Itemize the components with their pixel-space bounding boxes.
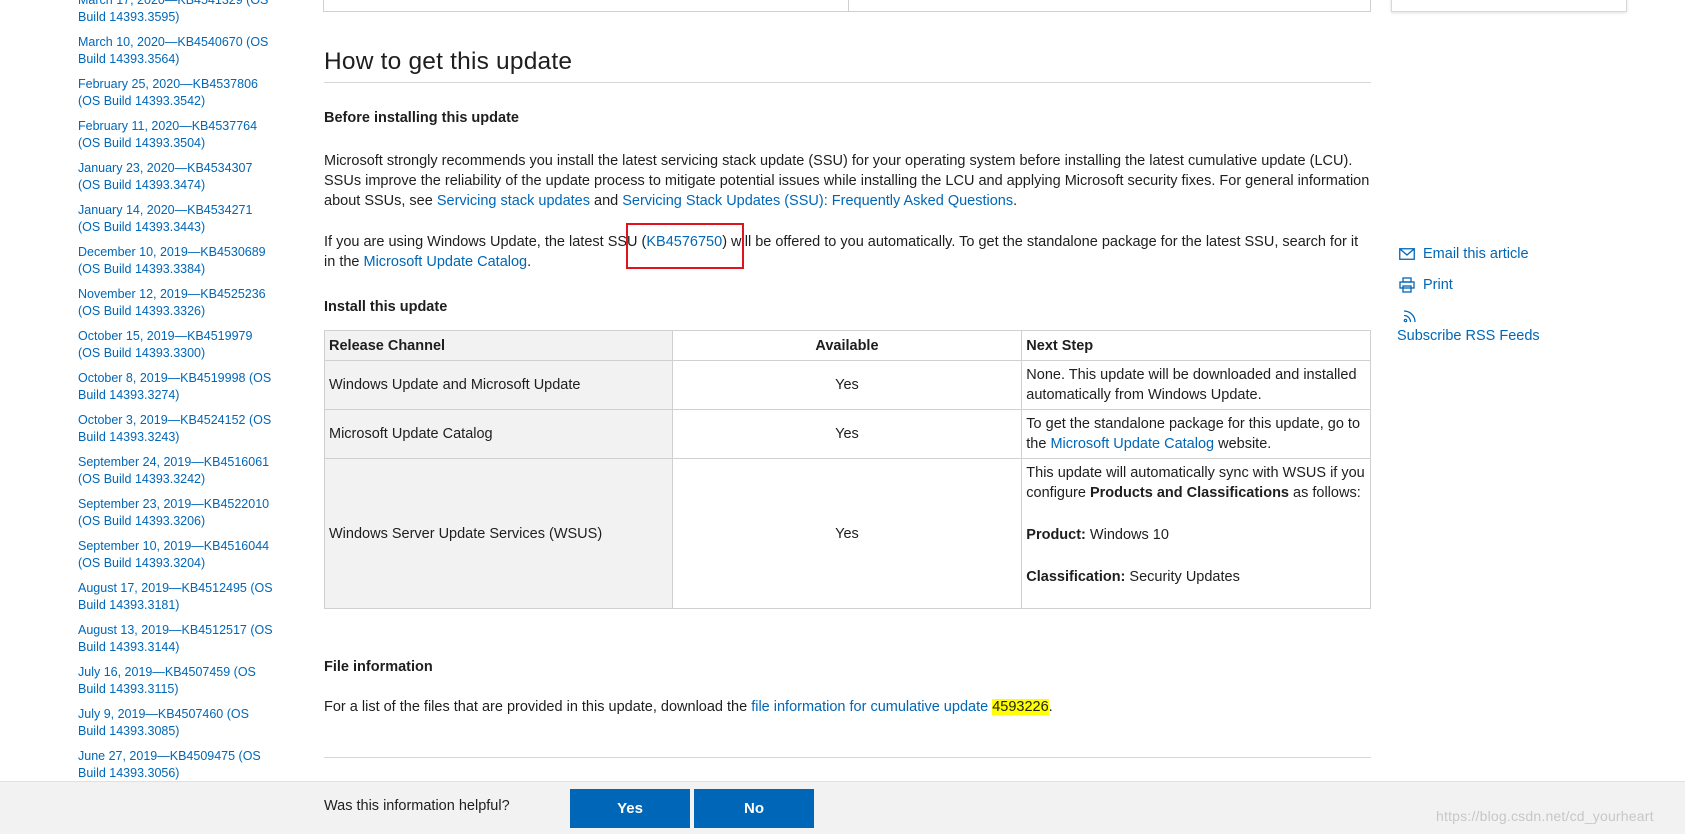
sidebar-item[interactable]: January 23, 2020—KB4534307 (OS Build 143… [78, 160, 278, 194]
email-label: Email this article [1423, 246, 1529, 262]
feedback-bar: Was this information helpful? Yes No htt… [0, 781, 1685, 834]
sidebar-item[interactable]: August 13, 2019—KB4512517 (OS Build 1439… [78, 622, 278, 656]
ssu-paragraph: Microsoft strongly recommends you instal… [324, 151, 1371, 211]
sidebar-item[interactable]: June 27, 2019—KB4509475 (OS Build 14393.… [78, 748, 278, 782]
feedback-question: Was this information helpful? [324, 798, 510, 814]
sidebar-item[interactable]: March 10, 2020—KB4540670 (OS Build 14393… [78, 34, 278, 68]
sidebar-item[interactable]: September 23, 2019—KB4522010 (OS Build 1… [78, 496, 278, 530]
file-information-link[interactable]: file information for cumulative update [751, 699, 988, 715]
product-line: Product: Windows 10 [1026, 525, 1366, 545]
share-links: Email this article Print Subscribe RSS F… [1397, 244, 1567, 357]
sidebar-item[interactable]: October 15, 2019—KB4519979 (OS Build 143… [78, 328, 278, 362]
header-release-channel: Release Channel [324, 330, 673, 361]
install-update-heading: Install this update [324, 299, 448, 315]
paragraph-text: For a list of the files that are provide… [324, 699, 752, 715]
envelope-icon [1397, 244, 1417, 264]
next-step-cell: None. This update will be downloaded and… [1021, 360, 1371, 410]
ssu-faq-link[interactable]: Servicing Stack Updates (SSU): Frequentl… [622, 193, 1013, 209]
microsoft-update-catalog-table-link[interactable]: Microsoft Update Catalog [1050, 436, 1214, 452]
sidebar-item[interactable]: January 14, 2020—KB4534271 (OS Build 143… [78, 202, 278, 236]
yes-button[interactable]: Yes [570, 789, 690, 828]
no-button[interactable]: No [694, 789, 814, 828]
section-title: How to get this update [324, 48, 1371, 83]
right-panel-fragment [1391, 0, 1627, 12]
products-classifications-text: Products and Classifications [1089, 485, 1289, 501]
printer-icon [1397, 275, 1417, 295]
table-row: Windows Update and Microsoft Update Yes … [324, 360, 1371, 410]
next-step-cell: To get the standalone package for this u… [1021, 409, 1371, 459]
before-installing-heading: Before installing this update [324, 110, 519, 126]
paragraph-text: . [527, 254, 532, 270]
available-cell: Yes [671, 360, 1023, 410]
channel-cell: Windows Update and Microsoft Update [324, 360, 673, 410]
print-link[interactable]: Print [1397, 275, 1567, 295]
sidebar-item[interactable]: October 3, 2019—KB4524152 (OS Build 1439… [78, 412, 278, 446]
table-row: Windows Server Update Services (WSUS) Ye… [324, 458, 1371, 609]
main-content: How to get this update Before installing… [324, 48, 1371, 758]
paragraph-text: If you are using Windows Update, the lat… [324, 234, 647, 250]
previous-table-fragment [323, 0, 1371, 12]
sidebar-item[interactable]: August 17, 2019—KB4512495 (OS Build 1439… [78, 580, 278, 614]
email-article-link[interactable]: Email this article [1397, 244, 1567, 264]
subscribe-rss-link[interactable]: Subscribe RSS Feeds [1397, 306, 1567, 346]
sidebar-item[interactable]: March 17, 2020—KB4541329 (OS Build 14393… [78, 0, 278, 26]
sidebar-item[interactable]: October 8, 2019—KB4519998 (OS Build 1439… [78, 370, 278, 404]
available-cell: Yes [671, 458, 1023, 609]
paragraph-text: . [1048, 699, 1053, 715]
watermark-text: https://blog.csdn.net/cd_yourheart [1436, 808, 1654, 824]
sidebar-item[interactable]: September 24, 2019—KB4516061 (OS Build 1… [78, 454, 278, 488]
paragraph-text: . [1013, 193, 1018, 209]
classification-value: Security Updates [1125, 569, 1240, 585]
sidebar-item[interactable]: February 11, 2020—KB4537764 (OS Build 14… [78, 118, 278, 152]
sidebar-item[interactable]: July 9, 2019—KB4507460 (OS Build 14393.3… [78, 706, 278, 740]
sidebar-item[interactable]: February 25, 2020—KB4537806 (OS Build 14… [78, 76, 278, 110]
table-header-row: Release Channel Available Next Step [324, 330, 1371, 361]
rss-label: Subscribe RSS Feeds [1397, 328, 1540, 344]
section-divider [324, 757, 1371, 758]
sidebar-nav: March 17, 2020—KB4541329 (OS Build 14393… [78, 0, 283, 782]
sidebar-item[interactable]: September 10, 2019—KB4516044 (OS Build 1… [78, 538, 278, 572]
classification-line: Classification: Security Updates [1026, 567, 1366, 587]
servicing-stack-updates-link[interactable]: Servicing stack updates [437, 193, 590, 209]
classification-label: Classification: [1026, 569, 1126, 585]
sidebar-item[interactable]: July 16, 2019—KB4507459 (OS Build 14393.… [78, 664, 278, 698]
next-step-cell: This update will automatically sync with… [1021, 458, 1371, 609]
wsus-description: This update will automatically sync with… [1026, 463, 1366, 503]
print-label: Print [1423, 277, 1453, 293]
product-label: Product: [1026, 527, 1086, 543]
paragraph-text: and [589, 193, 623, 209]
windows-update-paragraph: If you are using Windows Update, the lat… [324, 223, 1371, 272]
table-cell-divider [848, 0, 849, 12]
microsoft-update-catalog-link[interactable]: Microsoft Update Catalog [364, 254, 528, 270]
sidebar-item[interactable]: December 10, 2019—KB4530689 (OS Build 14… [78, 244, 278, 278]
sidebar-item[interactable]: November 12, 2019—KB4525236 (OS Build 14… [78, 286, 278, 320]
release-channel-table: Release Channel Available Next Step Wind… [324, 330, 1371, 609]
table-row: Microsoft Update Catalog Yes To get the … [324, 409, 1371, 459]
header-next-step: Next Step [1021, 330, 1371, 361]
channel-cell: Windows Server Update Services (WSUS) [324, 458, 673, 609]
file-information-heading: File information [324, 659, 433, 675]
cell-text: as follows: [1289, 485, 1361, 501]
header-available: Available [671, 330, 1023, 361]
available-cell: Yes [671, 409, 1023, 459]
kb-number-highlight: 4593226 [992, 699, 1049, 715]
file-information-paragraph: For a list of the files that are provide… [324, 697, 1371, 717]
product-value: Windows 10 [1085, 527, 1169, 543]
channel-cell: Microsoft Update Catalog [324, 409, 673, 459]
rss-icon [1400, 306, 1420, 326]
cell-text: website. [1214, 436, 1272, 452]
kb-ssu-link[interactable]: KB4576750 [646, 234, 722, 250]
